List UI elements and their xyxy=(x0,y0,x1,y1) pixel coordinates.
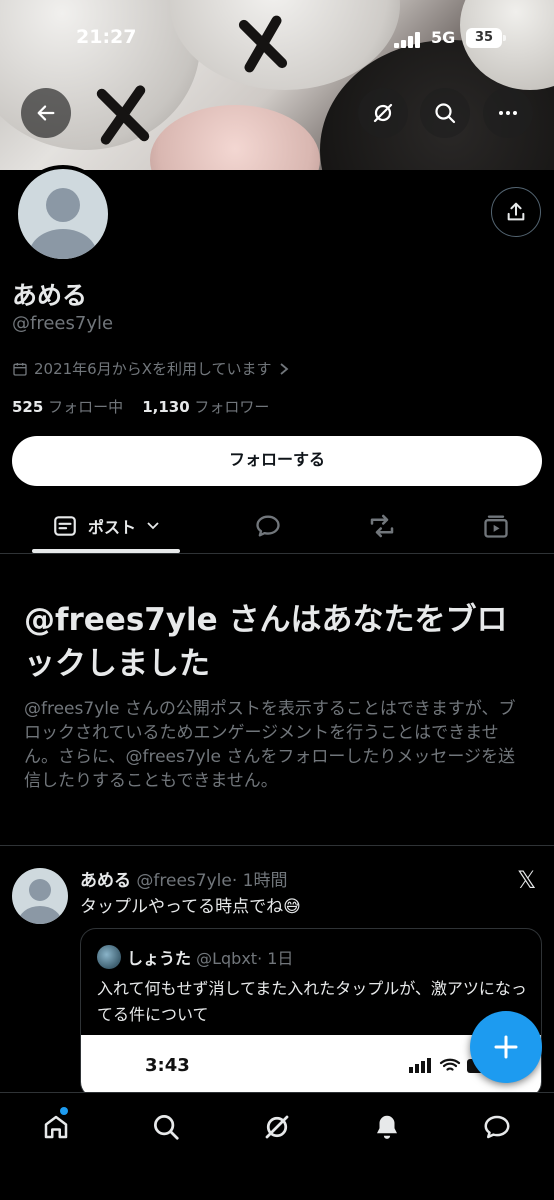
grok-icon xyxy=(373,103,393,123)
nav-grok[interactable] xyxy=(257,1107,297,1147)
more-options-button[interactable] xyxy=(483,88,533,138)
grok-button[interactable] xyxy=(358,88,408,138)
post-body: タップルやってる時点でね xyxy=(80,897,284,917)
nav-search[interactable] xyxy=(146,1107,186,1147)
sweat-smile-emoji: 😅 xyxy=(283,897,301,917)
default-avatar-icon xyxy=(18,879,62,924)
banner-plush-pink xyxy=(150,105,320,170)
reply-icon xyxy=(256,515,280,537)
following-label: フォロー中 xyxy=(48,398,124,416)
tab-replies[interactable] xyxy=(242,500,294,552)
status-bar: 21:27 5G 35 xyxy=(0,24,554,54)
post-author-name[interactable]: あめる xyxy=(80,871,131,891)
following-link[interactable]: 525 フォロー中 xyxy=(12,398,123,416)
share-button[interactable] xyxy=(491,187,541,237)
profile-avatar[interactable] xyxy=(14,165,112,263)
quoted-post-header: しょうた @Lqbxt· 1日 xyxy=(127,945,293,969)
bottom-navigation xyxy=(0,1092,554,1200)
section-divider xyxy=(0,845,554,846)
chevron-down-icon xyxy=(147,522,159,530)
cellular-signal-icon xyxy=(394,32,422,48)
profile-tabs: ポスト xyxy=(0,500,554,554)
active-tab-indicator xyxy=(32,549,180,553)
quoted-image-time: 3:43 xyxy=(145,1055,190,1076)
following-count: 525 xyxy=(12,398,44,416)
tab-reposts[interactable] xyxy=(356,500,408,552)
plus-icon xyxy=(494,1035,518,1059)
post-time: · 1時間 xyxy=(231,871,288,891)
chevron-right-icon xyxy=(279,362,288,375)
more-horizontal-icon xyxy=(499,111,517,115)
tab-videos[interactable] xyxy=(470,500,522,552)
follow-button[interactable]: フォローする xyxy=(12,436,542,486)
quoted-author-name: しょうた xyxy=(127,949,192,968)
search-icon xyxy=(154,1115,179,1140)
nav-messages[interactable] xyxy=(477,1107,517,1147)
nav-home[interactable] xyxy=(36,1107,76,1147)
post-author-handle[interactable]: @frees7yle xyxy=(136,871,231,891)
share-icon xyxy=(507,202,525,221)
follow-stats: 525 フォロー中 1,130 フォロワー xyxy=(12,396,269,417)
repost-icon xyxy=(370,514,394,538)
arrow-left-icon xyxy=(37,105,55,121)
tab-posts-label: ポスト xyxy=(87,518,136,537)
nav-notifications[interactable] xyxy=(367,1107,407,1147)
search-icon xyxy=(435,103,456,124)
quoted-author-avatar xyxy=(97,945,121,969)
calendar-icon xyxy=(13,362,27,376)
quoted-post-time: · 1日 xyxy=(257,949,294,968)
profile-name: あめる xyxy=(12,281,88,310)
message-icon xyxy=(484,1115,510,1139)
posts-icon xyxy=(54,516,76,536)
x-logo-icon: 𝕏 xyxy=(517,866,537,894)
default-avatar-icon xyxy=(29,188,97,259)
post-avatar[interactable] xyxy=(12,868,68,924)
network-type: 5G xyxy=(431,28,456,47)
tab-posts[interactable]: ポスト xyxy=(32,500,180,552)
search-button[interactable] xyxy=(420,88,470,138)
quoted-post[interactable]: しょうた @Lqbxt· 1日 入れて何もせず消してまた入れたタップルが、激アツ… xyxy=(80,928,542,1098)
bell-icon xyxy=(377,1115,397,1139)
followers-count: 1,130 xyxy=(142,398,190,416)
quoted-post-text: 入れて何もせず消してまた入れたタップルが、激アツになってる件について xyxy=(97,979,527,1024)
grok-icon xyxy=(265,1115,289,1139)
battery-icon: 35 xyxy=(466,28,506,48)
joined-date-link[interactable]: 2021年6月からXを利用しています xyxy=(12,358,290,379)
blocked-title: @frees7yle さんはあなたをブロックしました xyxy=(24,602,508,682)
home-icon xyxy=(44,1115,68,1139)
battery-level: 35 xyxy=(474,30,494,45)
quoted-author-handle: @Lqbxt xyxy=(196,949,258,968)
home-notification-dot xyxy=(60,1107,68,1115)
video-icon xyxy=(484,515,508,538)
blocked-description: @frees7yle さんの公開ポストを表示することはできますが、ブロックされて… xyxy=(24,699,516,791)
post-text: タップルやってる時点でね😅 xyxy=(80,892,301,917)
followers-label: フォロワー xyxy=(194,398,270,416)
compose-button[interactable] xyxy=(470,1011,542,1083)
joined-date-text: 2021年6月からXを利用しています xyxy=(34,360,272,378)
post-header: あめる @frees7yle· 1時間 xyxy=(80,866,287,891)
back-button[interactable] xyxy=(21,88,71,138)
status-time: 21:27 xyxy=(76,26,137,48)
followers-link[interactable]: 1,130 フォロワー xyxy=(142,398,269,416)
profile-handle: @frees7yle xyxy=(12,313,114,334)
